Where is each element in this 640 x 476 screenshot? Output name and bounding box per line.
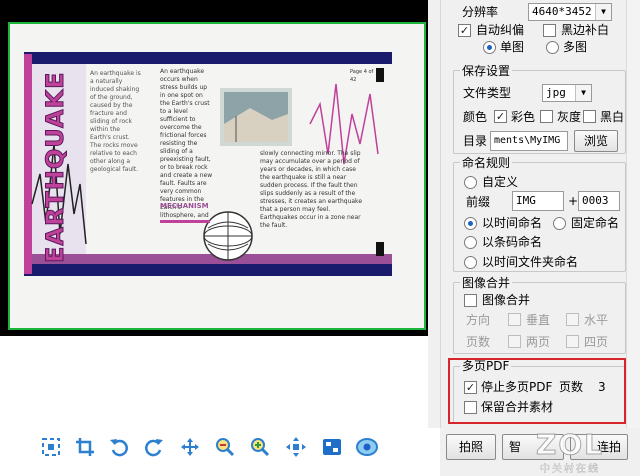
vertical-label: 垂直 bbox=[526, 313, 551, 327]
custom-name-radio[interactable] bbox=[464, 176, 477, 189]
select-icon[interactable] bbox=[40, 436, 62, 458]
document-body-left: An earthquake occurs when stress builds … bbox=[160, 68, 213, 218]
file-type-value: jpg bbox=[546, 86, 566, 99]
barcode-name-label: 以条码命名 bbox=[482, 235, 543, 249]
fixed-name-label: 固定命名 bbox=[571, 216, 620, 230]
view-icon[interactable] bbox=[356, 436, 378, 458]
time-folder-label: 以时间文件夹命名 bbox=[482, 255, 579, 269]
by-time-radio[interactable] bbox=[464, 217, 477, 230]
move-icon[interactable] bbox=[179, 436, 201, 458]
watermark-logo: ZOL 中关村在线 bbox=[520, 428, 620, 476]
multi-image-label: 多图 bbox=[563, 40, 588, 54]
document-body-right: slowly connecting mirror. The slip may a… bbox=[260, 150, 364, 229]
prefix-label: 前缀 bbox=[466, 195, 491, 209]
four-pages-checkbox[interactable] bbox=[566, 335, 579, 348]
rotate-left-icon[interactable] bbox=[108, 436, 130, 458]
direction-label: 方向 bbox=[466, 313, 491, 327]
two-pages-label: 两页 bbox=[526, 335, 551, 349]
file-type-select[interactable]: jpg ▼ bbox=[542, 84, 592, 102]
chevron-down-icon: ▼ bbox=[595, 4, 611, 20]
gray-checkbox[interactable] bbox=[540, 110, 553, 123]
black-edge-label: 黑边补白 bbox=[561, 23, 610, 37]
document-headline: EARTHQUAKE bbox=[41, 71, 70, 264]
file-type-label: 文件类型 bbox=[463, 86, 512, 100]
watermark-logo-text: ZOL bbox=[536, 428, 604, 461]
resolution-value: 4640*3452 bbox=[532, 5, 592, 18]
two-pages-checkbox[interactable] bbox=[508, 335, 521, 348]
number-input[interactable]: 0003 bbox=[578, 191, 620, 211]
capture-button[interactable]: 拍照 bbox=[446, 434, 496, 460]
horizontal-label: 水平 bbox=[584, 313, 609, 327]
bw-checkbox[interactable] bbox=[583, 110, 596, 123]
document-section-heading: MECHANISM bbox=[160, 202, 209, 210]
gray-option-label: 灰度 bbox=[557, 110, 582, 124]
zoom-in-icon[interactable] bbox=[249, 436, 271, 458]
image-merge-title: 图像合并 bbox=[460, 276, 513, 290]
preview-margin bbox=[0, 336, 428, 428]
auto-deskew-label: 自动纠偏 bbox=[476, 23, 525, 37]
prefix-input[interactable]: IMG bbox=[512, 191, 564, 211]
color-checkbox[interactable]: ✓ bbox=[494, 110, 507, 123]
image-merge-label: 图像合并 bbox=[482, 293, 531, 307]
chevron-down-icon: ▼ bbox=[575, 85, 591, 101]
horizontal-checkbox[interactable] bbox=[566, 313, 579, 326]
fit-icon[interactable] bbox=[285, 436, 307, 458]
save-settings-title: 保存设置 bbox=[460, 64, 513, 78]
resolution-select[interactable]: 4640*3452 ▼ bbox=[528, 3, 612, 21]
color-label: 颜色 bbox=[463, 110, 488, 124]
zoom-out-icon[interactable] bbox=[214, 436, 236, 458]
directory-input[interactable]: ments\MyIMG bbox=[490, 131, 568, 151]
directory-label: 目录 bbox=[463, 134, 488, 148]
fullscreen-icon[interactable] bbox=[321, 436, 343, 458]
browse-button[interactable]: 浏览 bbox=[574, 130, 618, 152]
vertical-checkbox[interactable] bbox=[508, 313, 521, 326]
custom-name-label: 自定义 bbox=[482, 175, 519, 189]
four-pages-label: 四页 bbox=[584, 335, 609, 349]
resolution-label: 分辨率 bbox=[462, 5, 499, 19]
crop-icon[interactable] bbox=[74, 436, 96, 458]
time-folder-radio[interactable] bbox=[464, 256, 477, 269]
highlight-frame bbox=[448, 358, 626, 424]
image-merge-checkbox[interactable] bbox=[464, 294, 477, 307]
document-side-note: An earthquake is a naturally induced sha… bbox=[90, 70, 141, 173]
barcode-name-radio[interactable] bbox=[464, 236, 477, 249]
by-time-label: 以时间命名 bbox=[482, 216, 543, 230]
document-page-info: Page 4 of 42 bbox=[350, 69, 374, 83]
settings-scrollbar[interactable] bbox=[626, 0, 640, 430]
watermark-subtitle: 中关村在线 bbox=[540, 464, 600, 475]
single-image-radio[interactable] bbox=[483, 41, 496, 54]
rotate-right-icon[interactable] bbox=[143, 436, 165, 458]
auto-deskew-checkbox[interactable]: ✓ bbox=[458, 24, 471, 37]
pages-label: 页数 bbox=[466, 335, 491, 349]
multi-image-radio[interactable] bbox=[546, 41, 559, 54]
single-image-label: 单图 bbox=[500, 40, 525, 54]
naming-rules-title: 命名规则 bbox=[460, 156, 513, 170]
scan-preview[interactable]: EARTHQUAKE An earthquake is a naturally … bbox=[0, 0, 428, 336]
black-edge-checkbox[interactable] bbox=[543, 24, 556, 37]
scanned-document: EARTHQUAKE An earthquake is a naturally … bbox=[8, 22, 426, 330]
color-option-label: 彩色 bbox=[511, 110, 536, 124]
bw-option-label: 黑白 bbox=[600, 110, 625, 124]
plus-sign: + bbox=[568, 194, 579, 208]
fixed-name-radio[interactable] bbox=[553, 217, 566, 230]
